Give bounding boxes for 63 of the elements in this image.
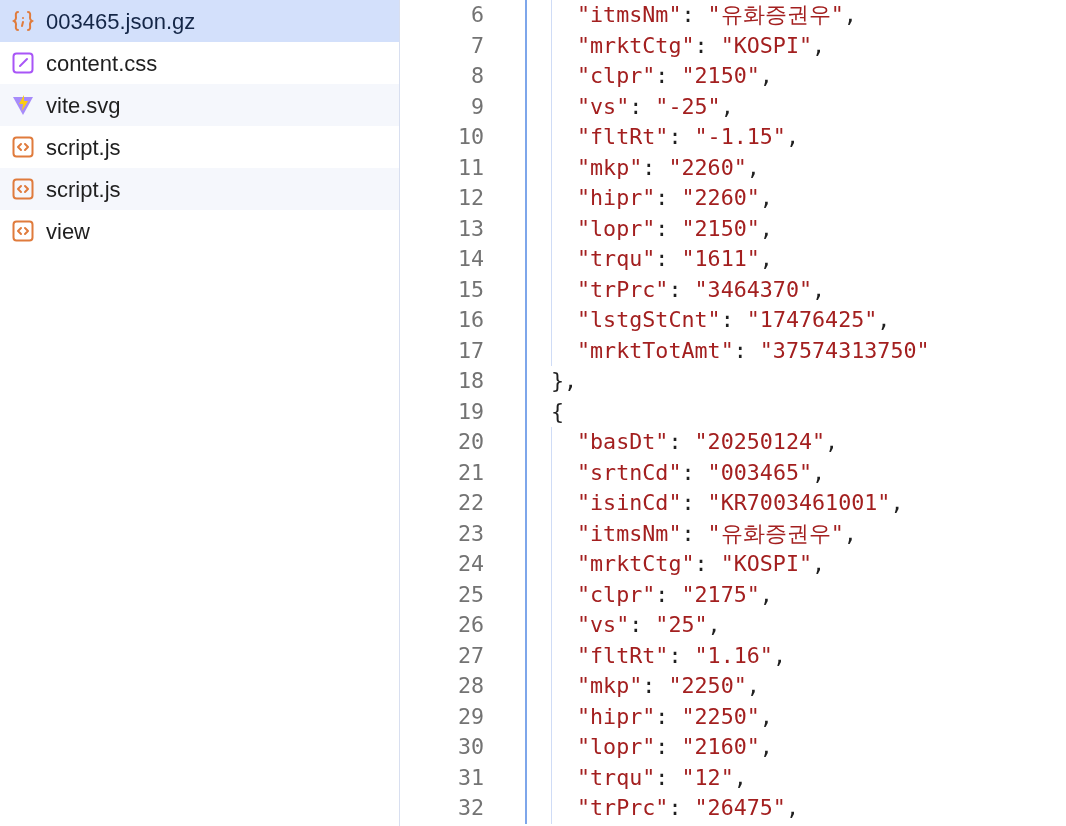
line-number: 14 bbox=[456, 245, 484, 273]
line-number: 13 bbox=[456, 214, 484, 243]
line-number: 27 bbox=[456, 641, 484, 670]
line-number: 21 bbox=[456, 458, 484, 487]
line-number: 29 bbox=[456, 702, 484, 731]
code-line: }, bbox=[551, 367, 578, 395]
code-line: "itmsNm": "유화증권우", bbox=[577, 519, 857, 548]
code-line: "clpr": "2150", bbox=[577, 62, 773, 90]
line-number: 6 bbox=[469, 1, 484, 29]
code-line: "isinCd": "KR7003461001", bbox=[577, 489, 904, 517]
code-line: "trqu": "1611", bbox=[577, 245, 773, 273]
file-item[interactable]: 003465.json.gz bbox=[0, 0, 399, 42]
code-line: "fltRt": "1.16", bbox=[577, 641, 786, 670]
line-number: 15 bbox=[456, 275, 484, 304]
code-line: "clpr": "2175", bbox=[577, 580, 773, 609]
line-number: 19 bbox=[456, 397, 484, 426]
code-line: "fltRt": "-1.15", bbox=[577, 123, 799, 151]
line-number: 32 bbox=[456, 794, 484, 822]
code-line: "vs": "25", bbox=[577, 611, 721, 639]
brush-icon bbox=[12, 52, 34, 74]
code-line: "trqu": "12", bbox=[577, 763, 747, 792]
line-number: 9 bbox=[469, 92, 484, 121]
line-number: 17 bbox=[456, 336, 484, 365]
code-line: "trPrc": "26475", bbox=[577, 794, 799, 822]
code-line: "hipr": "2250", bbox=[577, 702, 773, 731]
code-line: "trPrc": "3464370", bbox=[577, 275, 826, 304]
code-line: "itmsNm": "유화증권우", bbox=[577, 1, 857, 29]
line-number: 28 bbox=[456, 672, 484, 700]
line-number: 20 bbox=[456, 428, 484, 456]
line-number: 16 bbox=[456, 306, 484, 334]
code-line: "srtnCd": "003465", bbox=[577, 458, 826, 487]
line-number: 8 bbox=[469, 62, 484, 90]
code-line: "mrktCtg": "KOSPI", bbox=[577, 550, 826, 578]
code-file-icon bbox=[12, 220, 34, 242]
line-number: 11 bbox=[456, 153, 484, 182]
code-line: "mrktTotAmt": "37574313750" bbox=[577, 336, 930, 365]
file-item[interactable]: vite.svg bbox=[0, 84, 399, 126]
line-number: 24 bbox=[456, 550, 484, 578]
line-number: 18 bbox=[456, 367, 484, 395]
code-line: "hipr": "2260", bbox=[577, 184, 773, 212]
code-file-icon bbox=[12, 178, 34, 200]
code-line: "mrktCtg": "KOSPI", bbox=[577, 31, 826, 60]
line-number: 12 bbox=[456, 184, 484, 212]
file-item[interactable]: script.js bbox=[0, 168, 399, 210]
code-line: "vs": "-25", bbox=[577, 92, 734, 121]
line-number: 23 bbox=[456, 519, 484, 548]
code-line: "lopr": "2150", bbox=[577, 214, 773, 243]
code-line: "basDt": "20250124", bbox=[577, 428, 839, 456]
code-file-icon bbox=[12, 136, 34, 158]
code-line: "mkp": "2260", bbox=[577, 153, 760, 182]
line-number: 31 bbox=[456, 763, 484, 792]
line-number: 7 bbox=[469, 31, 484, 60]
line-number: 25 bbox=[456, 580, 484, 609]
line-number: 26 bbox=[456, 611, 484, 639]
code-line: "mkp": "2250", bbox=[577, 672, 760, 700]
line-number: 22 bbox=[456, 489, 484, 517]
lightning-triangle-icon bbox=[12, 94, 34, 116]
braces-icon bbox=[12, 10, 34, 32]
line-number: 30 bbox=[456, 733, 484, 761]
code-line: "lopr": "2160", bbox=[577, 733, 773, 761]
code-line: "lstgStCnt": "17476425", bbox=[577, 306, 891, 334]
code-line: { bbox=[551, 397, 565, 426]
line-number: 10 bbox=[456, 123, 484, 151]
